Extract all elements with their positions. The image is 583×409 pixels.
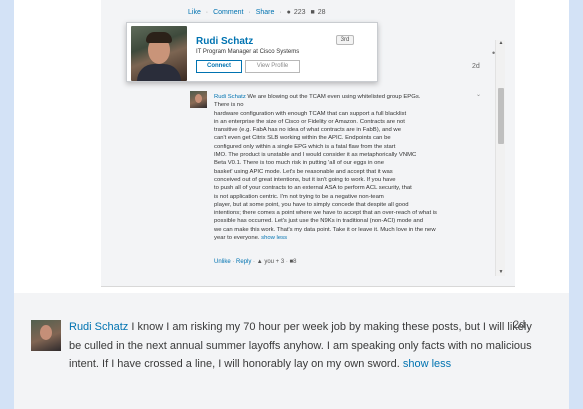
separator: · [279,9,282,16]
profile-headline: IT Program Manager at Cisco Systems [196,49,300,55]
reply-link[interactable]: Reply [236,259,251,265]
show-less-link[interactable]: show less [261,235,287,241]
share-link[interactable]: Share [256,9,275,16]
lower-comment: Rudi Schatz I know I am risking my 70 ho… [14,293,569,409]
thumbs-up-icon: ▲ [256,259,263,265]
separator: · [285,259,288,265]
reply-line: hardware configuration with enough TCAM … [214,110,407,117]
separator: · [248,9,251,16]
scrollbar-thumb[interactable] [498,88,504,144]
like-link[interactable]: Like [188,9,201,16]
divider [101,286,515,287]
profile-hover-card: Rudi Schatz IT Program Manager at Cisco … [126,22,378,82]
comments-scrollbar[interactable]: ▲ ▼ [495,40,505,276]
lower-comment-text: I know I am risking my 70 hour per week … [69,321,532,370]
reply-line: Beta V0.1. There is too much risk in put… [214,160,384,167]
reply-line: player, but at some point, you have to s… [214,201,409,208]
reply-line: basket' using APIC mode. Let's be reason… [214,168,393,175]
separator: · [205,9,209,16]
connect-button[interactable]: Connect [196,60,242,73]
reply-line: is not application centric. I'm not tryi… [214,193,384,200]
connection-degree-badge: 3rd [336,35,354,45]
reply-line: possible has occurred. Let's just use th… [214,218,424,225]
reply-line: There is no [214,102,244,109]
reply-count[interactable]: 8 [293,259,296,265]
page-edge-right [569,0,583,409]
reply-actions-bar: Unlike · Reply · ▲ you + 3 · ■8 [214,259,297,265]
comment-link[interactable]: Comment [213,9,243,16]
lower-comment-author-link[interactable]: Rudi Schatz [69,321,128,333]
page-edge-left [0,0,14,409]
post-actions-bar: Like · Comment · Share · ● 223 ■ 28 [188,0,508,22]
show-less-link[interactable]: show less [403,358,451,370]
lower-comment-avatar[interactable] [31,320,61,351]
separator: · [253,259,256,265]
reply-line: transitive (e.g. FabA has no idea of wha… [214,127,401,134]
view-profile-button[interactable]: View Profile [245,60,300,73]
reply-line: year to everyone. [214,235,260,242]
reply-avatar[interactable] [190,91,207,108]
unlike-link[interactable]: Unlike [214,259,231,265]
reply-line: to push all of your contracts to an exte… [214,185,412,192]
reply-line: intentions; there comes a point where we… [214,210,437,217]
lower-comment-timestamp: 2d [513,319,526,331]
reply-author-link[interactable]: Rudi Schatz [214,94,246,100]
reply-line: we can make this work. That's my data po… [214,226,436,233]
comments-count[interactable]: 28 [318,9,326,16]
reply-line: can't even get Citrix SLB working within… [214,135,391,142]
separator: · [232,259,235,265]
reply-likes-count[interactable]: you + 3 [264,259,284,265]
reply-line: IMO. The product is unstable and I would… [214,152,417,159]
reply-line: We are blowing out the TCAM even using w… [247,94,421,100]
profile-name[interactable]: Rudi Schatz [196,36,253,47]
thumbs-up-icon: ● [286,9,291,16]
triangle-down-icon[interactable]: ▼ [497,269,505,275]
reply-line: in an enterprise the size of Cisco or Fi… [214,118,405,125]
reply-line: conceived out of great intentions, but i… [214,176,396,183]
lower-comment-body: Rudi Schatz I know I am risking my 70 ho… [69,318,539,374]
upper-screenshot-panel: Like · Comment · Share · ●223 ■28 chatz … [101,0,515,286]
reply-comment-body: Rudi Schatz We are blowing out the TCAM … [214,93,489,242]
profile-photo[interactable] [131,26,187,81]
reply-line: configured only within a single EPG whic… [214,143,396,150]
likes-count[interactable]: 223 [294,9,306,16]
speech-bubble-icon: ■ [310,9,315,16]
upper-comment-timestamp: 2d [472,63,480,70]
triangle-up-icon[interactable]: ▲ [497,40,505,46]
